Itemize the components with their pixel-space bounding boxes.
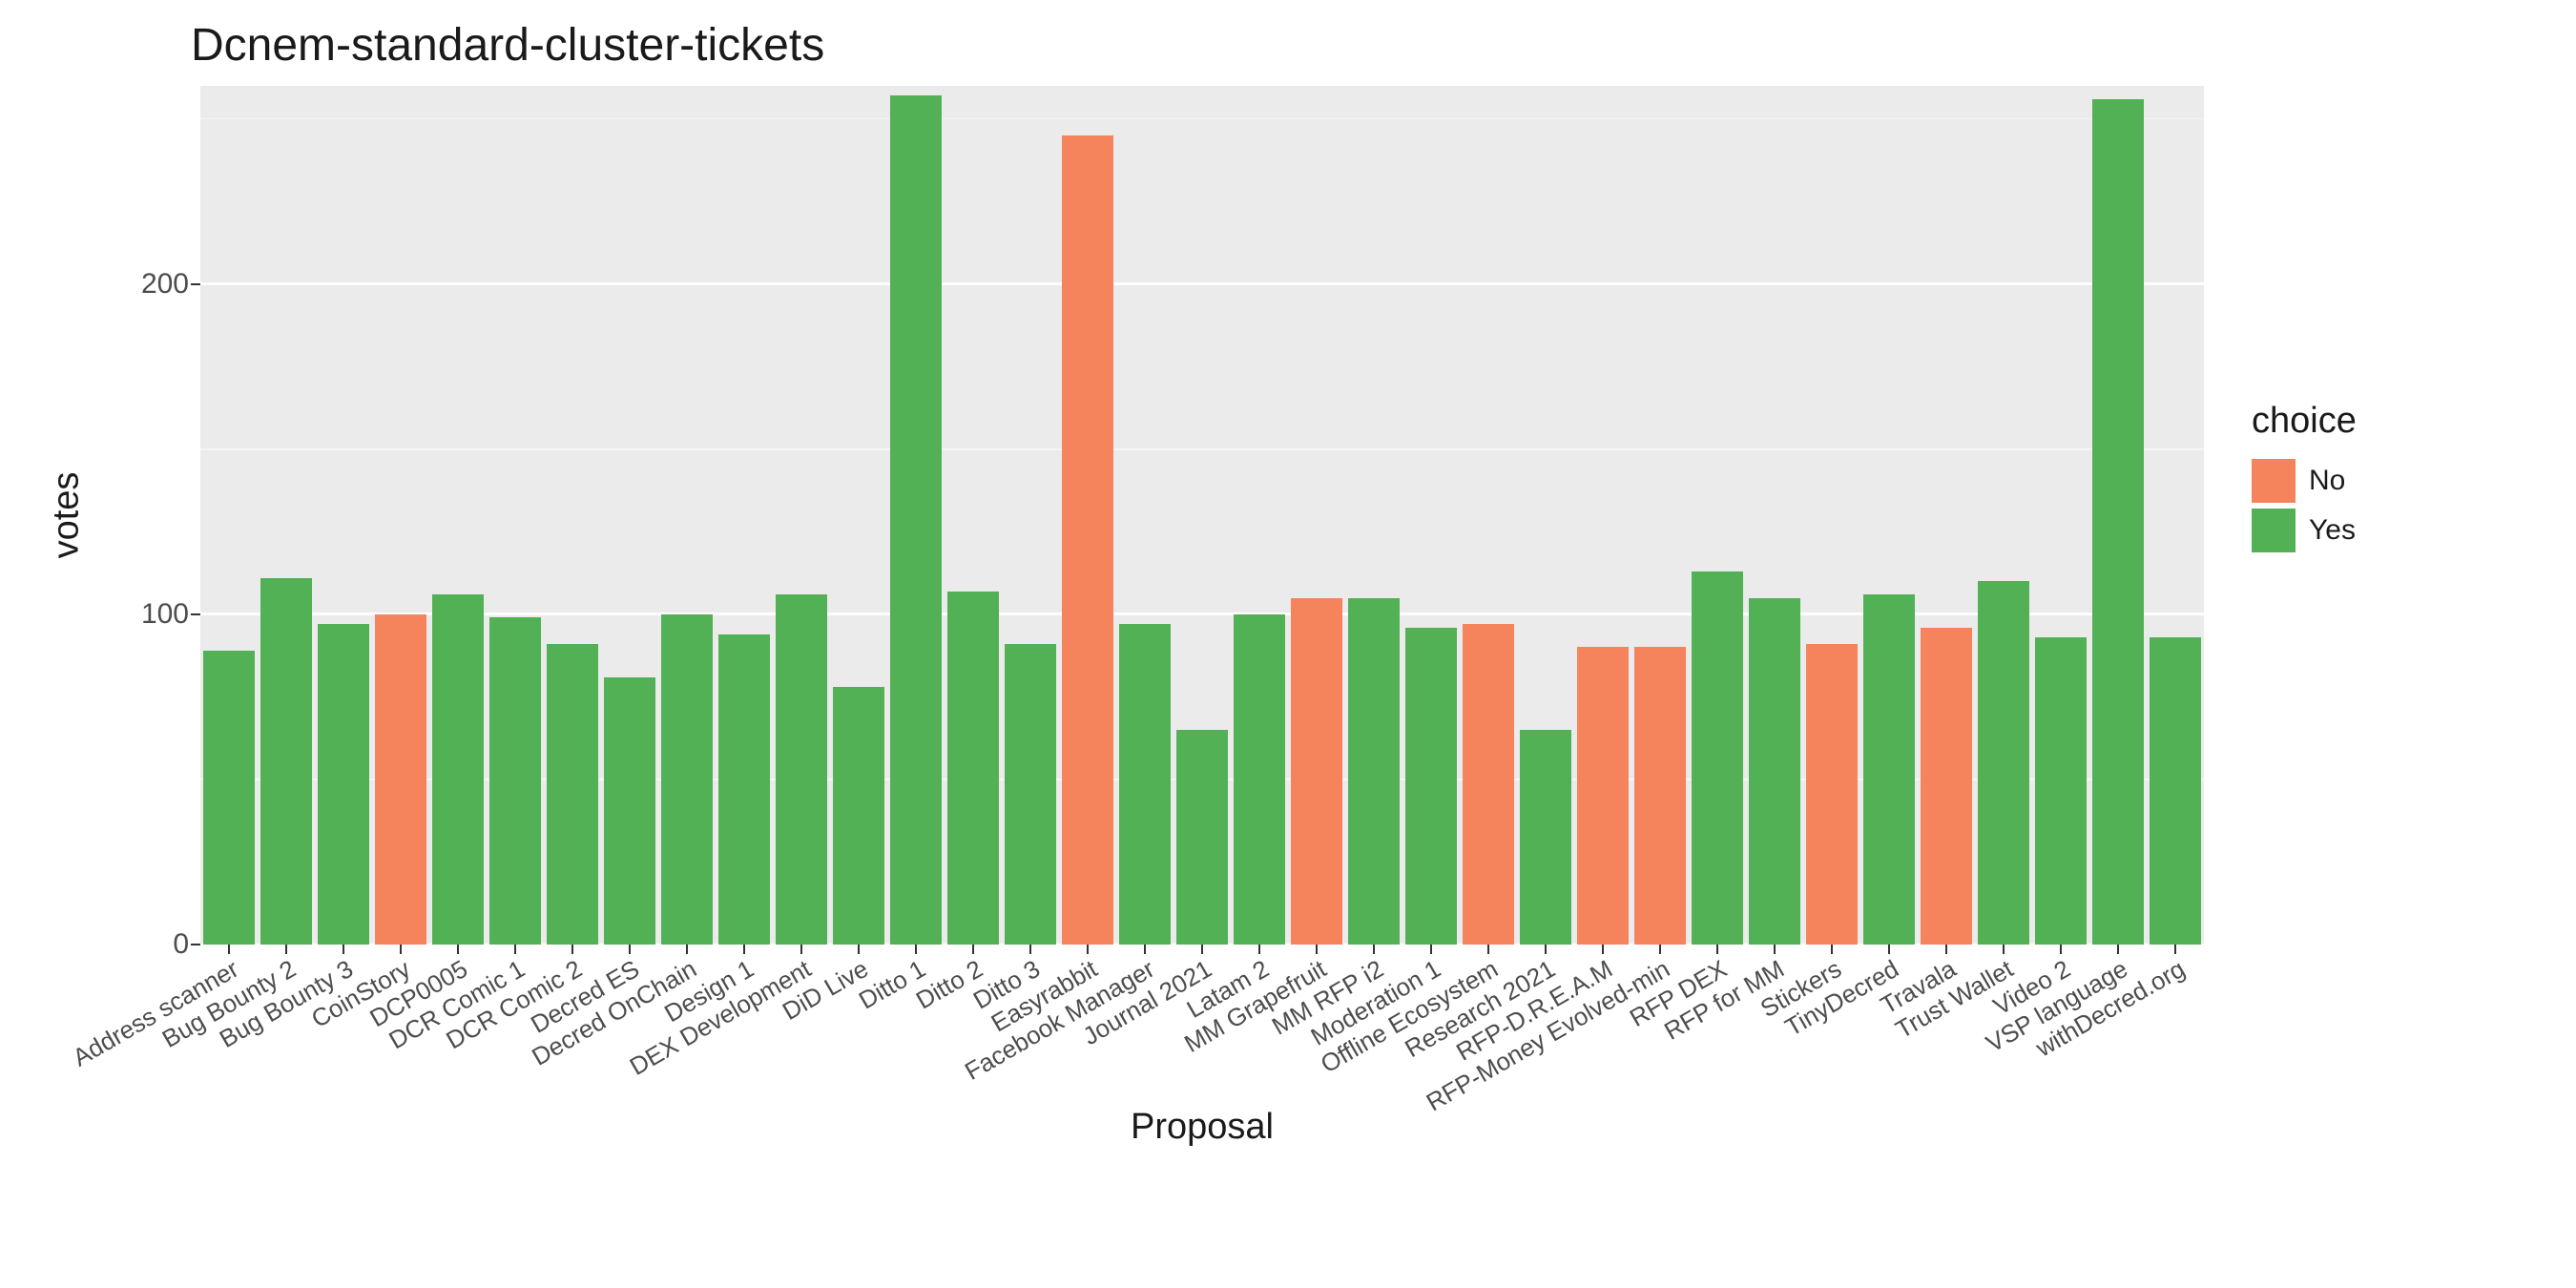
x-tick-mark <box>514 945 516 954</box>
legend-title: choice <box>2252 401 2538 442</box>
x-tick-mark <box>1659 945 1661 954</box>
legend-item-yes: Yes <box>2252 509 2538 552</box>
x-tick-mark <box>629 945 631 954</box>
bar <box>1978 581 2029 945</box>
bar <box>1348 598 1400 945</box>
x-tick-mark <box>2117 945 2119 954</box>
bar <box>2150 637 2201 945</box>
gridline-minor <box>200 118 2204 120</box>
y-tick-mark <box>191 944 200 945</box>
legend-item-no: No <box>2252 459 2538 503</box>
x-tick-mark <box>400 945 402 954</box>
x-tick-mark <box>743 945 745 954</box>
x-tick-mark <box>1258 945 1260 954</box>
bar <box>1291 598 1342 945</box>
x-tick-mark <box>2174 945 2176 954</box>
x-tick-mark <box>800 945 802 954</box>
x-tick-mark <box>1888 945 1890 954</box>
bar <box>1119 624 1171 945</box>
bar <box>203 651 255 945</box>
x-tick-mark <box>1430 945 1432 954</box>
bar <box>375 614 426 945</box>
x-tick-mark <box>457 945 459 954</box>
bar <box>890 95 942 945</box>
y-tick-label: 100 <box>141 598 189 631</box>
x-tick-mark <box>858 945 860 954</box>
bar <box>661 614 713 945</box>
bar <box>1520 730 1571 945</box>
bar <box>432 594 484 945</box>
x-tick-mark <box>1029 945 1031 954</box>
x-tick-mark <box>686 945 688 954</box>
bar <box>547 644 598 945</box>
legend-key-no <box>2252 459 2296 503</box>
bar <box>1234 614 1285 945</box>
legend-label-no: No <box>2309 465 2345 497</box>
x-tick-mark <box>972 945 974 954</box>
bar <box>1692 571 1743 945</box>
bar <box>1577 647 1629 945</box>
y-axis-title: votes <box>47 472 88 559</box>
x-tick-mark <box>1316 945 1318 954</box>
legend-key-yes <box>2252 509 2296 552</box>
bar <box>489 617 541 945</box>
plot-panel <box>200 86 2204 945</box>
bar <box>776 594 827 945</box>
bar <box>1005 644 1056 945</box>
bar <box>833 687 884 945</box>
x-tick-mark <box>1144 945 1146 954</box>
x-tick-mark <box>1716 945 1718 954</box>
bar <box>604 677 655 945</box>
bar <box>1806 644 1858 945</box>
y-tick-mark <box>191 613 200 615</box>
bar <box>2035 637 2087 945</box>
x-tick-mark <box>228 945 230 954</box>
bar <box>1062 135 1113 945</box>
bar <box>1863 594 1915 945</box>
legend-label-yes: Yes <box>2309 514 2356 547</box>
x-tick-mark <box>1545 945 1547 954</box>
x-tick-mark <box>571 945 573 954</box>
x-tick-mark <box>915 945 917 954</box>
x-tick-mark <box>1373 945 1375 954</box>
bar <box>260 578 312 945</box>
bar <box>947 592 999 945</box>
gridline-major <box>200 282 2204 285</box>
x-tick-mark <box>2003 945 2005 954</box>
x-tick-mark <box>1774 945 1776 954</box>
x-tick-mark <box>1831 945 1833 954</box>
y-tick-label: 200 <box>141 268 189 301</box>
chart-title: Dcnem-standard-cluster-tickets <box>191 19 824 72</box>
bar <box>1921 628 1972 945</box>
bar <box>1405 628 1457 945</box>
bar <box>318 624 369 945</box>
legend: choice No Yes <box>2252 401 2538 558</box>
bar <box>718 634 770 945</box>
x-tick-mark <box>285 945 287 954</box>
x-tick-mark <box>1945 945 1947 954</box>
x-tick-mark <box>1201 945 1203 954</box>
x-tick-mark <box>343 945 344 954</box>
bar <box>1176 730 1228 945</box>
x-tick-mark <box>1087 945 1089 954</box>
bar <box>2092 99 2144 945</box>
bar <box>1749 598 1800 945</box>
x-tick-mark <box>2060 945 2062 954</box>
x-tick-mark <box>1487 945 1489 954</box>
y-tick-mark <box>191 283 200 285</box>
bar <box>1634 647 1686 945</box>
bar <box>1463 624 1514 945</box>
gridline-minor <box>200 448 2204 450</box>
x-tick-mark <box>1602 945 1604 954</box>
y-tick-label: 0 <box>173 928 189 961</box>
